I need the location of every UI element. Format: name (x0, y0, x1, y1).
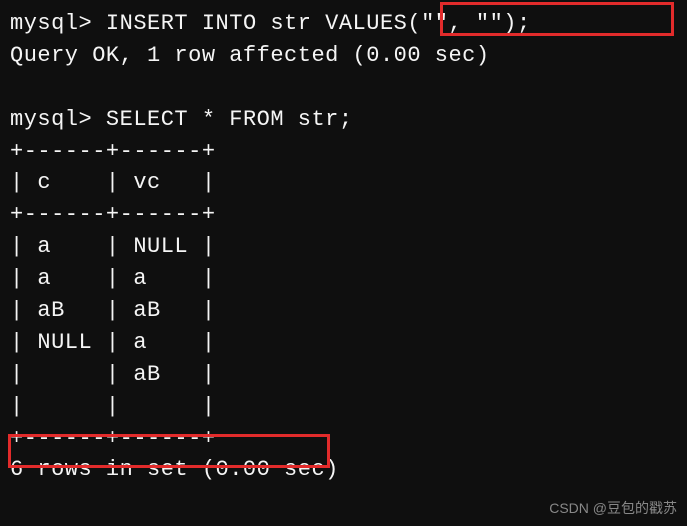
table-header: | c | vc | (10, 167, 677, 199)
watermark-text: CSDN @豆包的戳苏 (549, 498, 677, 518)
select-response: 6 rows in set (0.00 sec) (10, 454, 677, 486)
mysql-prompt: mysql> (10, 11, 92, 36)
blank-line (10, 72, 677, 104)
table-row: | a | a | (10, 263, 677, 295)
table-row: | | | (10, 391, 677, 423)
insert-statement-line: mysql> INSERT INTO str VALUES("", ""); (10, 8, 677, 40)
table-row: | | aB | (10, 359, 677, 391)
table-row: | NULL | a | (10, 327, 677, 359)
select-statement-line: mysql> SELECT * FROM str; (10, 104, 677, 136)
table-border-mid: +------+------+ (10, 199, 677, 231)
table-border-top: +------+------+ (10, 136, 677, 168)
insert-response: Query OK, 1 row affected (0.00 sec) (10, 40, 677, 72)
mysql-prompt: mysql> (10, 107, 92, 132)
insert-statement: INSERT INTO str VALUES("", ""); (106, 11, 531, 36)
table-border-bottom: +------+------+ (10, 423, 677, 455)
table-row: | a | NULL | (10, 231, 677, 263)
table-row: | aB | aB | (10, 295, 677, 327)
select-statement: SELECT * FROM str; (106, 107, 353, 132)
